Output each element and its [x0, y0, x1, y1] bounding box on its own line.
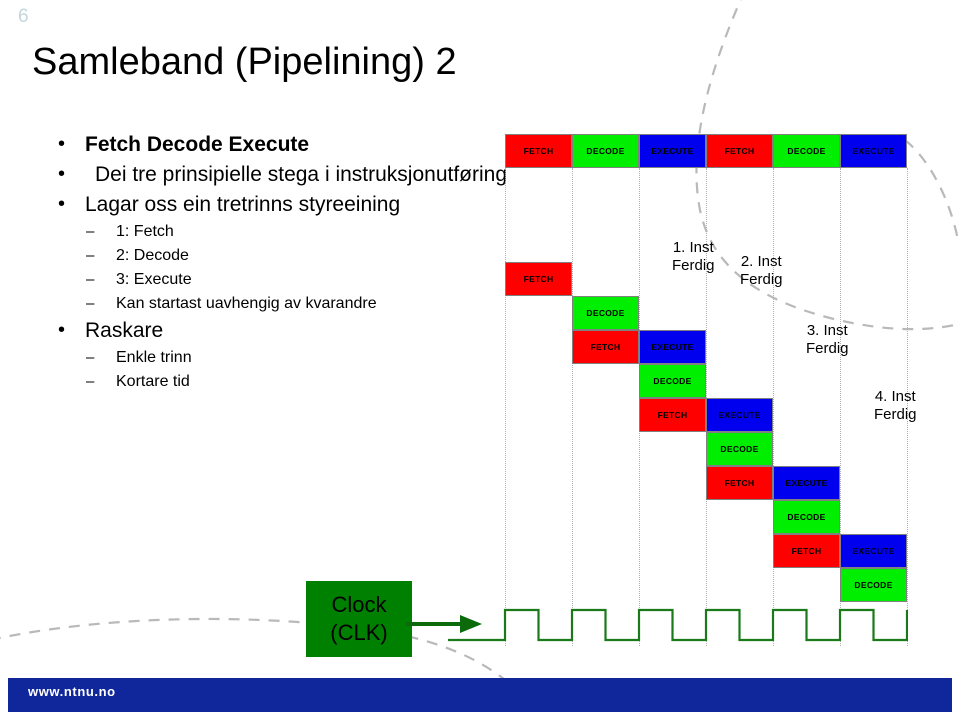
clock-label-line1: Clock: [331, 592, 387, 617]
bullet-item: • Raskare: [58, 316, 528, 345]
instruction-finished-line1: 2. Inst: [740, 253, 782, 270]
instruction-finished-line2: Ferdig: [806, 340, 849, 357]
pipeline-block-fetch: FETCH: [706, 134, 773, 168]
bullet-marker-icon: –: [86, 223, 95, 240]
instruction-finished-label: 1. Inst Ferdig: [672, 239, 715, 275]
slide-number: 6: [18, 6, 29, 27]
clock-square-wave-path: [448, 608, 908, 642]
instruction-finished-line2: Ferdig: [672, 257, 715, 274]
clock-tick-line: [572, 168, 573, 646]
pipeline-block-fetch: FETCH: [572, 330, 639, 364]
slide-canvas: 6 Samleband (Pipelining) 2 • Fetch Decode…: [0, 0, 960, 716]
footer-bar: [8, 678, 952, 712]
page-title: Samleband (Pipelining) 2: [32, 41, 457, 83]
pipeline-block-execute: EXECUTE: [706, 398, 773, 432]
bullet-text: 2: Decode: [116, 247, 189, 264]
bullet-item: – Kan startast uavhengig av kvarandre: [58, 292, 528, 316]
bullet-text: 3: Execute: [116, 271, 192, 288]
pipeline-block-fetch: FETCH: [706, 466, 773, 500]
bullet-item: – Enkle trinn: [58, 346, 528, 370]
bullet-marker-icon: •: [58, 319, 66, 341]
bullet-item: – 3: Execute: [58, 268, 528, 292]
bullet-item: – 2: Decode: [58, 244, 528, 268]
bullet-marker-icon: –: [86, 349, 95, 366]
bullet-text: Kortare tid: [116, 373, 190, 390]
bullet-text: Lagar oss ein tretrinns styreeining: [85, 193, 401, 216]
bullet-item: – 1: Fetch: [58, 220, 528, 244]
bullet-marker-icon: –: [86, 295, 95, 312]
pipeline-block-fetch: FETCH: [773, 534, 840, 568]
bullet-marker-icon: –: [86, 247, 95, 264]
pipeline-block-decode: DECODE: [639, 364, 706, 398]
clock-tick-line: [505, 168, 506, 646]
bullet-marker-icon: •: [58, 193, 66, 215]
clock-tick-line: [773, 168, 774, 646]
instruction-finished-line2: Ferdig: [874, 406, 917, 423]
bullet-list: • Fetch Decode Execute • Dei tre prinsipiel…: [58, 130, 528, 394]
bullet-marker-icon: –: [86, 373, 95, 390]
pipeline-block-decode: DECODE: [572, 134, 639, 168]
bullet-item: • Lagar oss ein tretrinns styreeining: [58, 190, 528, 219]
pipeline-block-decode: DECODE: [773, 134, 840, 168]
pipeline-block-execute: EXECUTE: [840, 534, 907, 568]
pipeline-block-execute: EXECUTE: [840, 134, 907, 168]
pipeline-block-decode: DECODE: [572, 296, 639, 330]
bullet-item: • Fetch Decode Execute: [58, 130, 528, 159]
instruction-finished-line1: 1. Inst: [672, 239, 714, 256]
pipeline-block-fetch: FETCH: [639, 398, 706, 432]
clock-waveform: [448, 608, 908, 642]
bullet-text: Dei tre prinsipielle stega i instruksjon…: [95, 163, 508, 186]
pipeline-block-decode: DECODE: [706, 432, 773, 466]
bullet-text: Fetch Decode Execute: [85, 133, 310, 156]
pipeline-block-execute: EXECUTE: [639, 330, 706, 364]
clock-box: Clock (CLK): [306, 581, 412, 657]
bullet-text: Enkle trinn: [116, 349, 192, 366]
pipeline-block-decode: DECODE: [773, 500, 840, 534]
bullet-marker-icon: •: [58, 163, 66, 185]
clock-label-line2: (CLK): [330, 620, 388, 645]
pipeline-block-fetch: FETCH: [505, 262, 572, 296]
instruction-finished-line1: 3. Inst: [806, 322, 848, 339]
instruction-finished-line1: 4. Inst: [874, 388, 916, 405]
pipeline-block-execute: EXECUTE: [773, 466, 840, 500]
bullet-text: Raskare: [85, 319, 164, 342]
bullet-marker-icon: –: [86, 271, 95, 288]
bullet-text: 1: Fetch: [116, 223, 174, 240]
instruction-finished-label: 2. Inst Ferdig: [740, 253, 783, 289]
pipeline-block-fetch: FETCH: [505, 134, 572, 168]
instruction-finished-line2: Ferdig: [740, 271, 783, 288]
instruction-finished-label: 3. Inst Ferdig: [806, 322, 849, 358]
bullet-text: Kan startast uavhengig av kvarandre: [116, 295, 377, 312]
bullet-marker-icon: •: [58, 133, 66, 155]
bullet-item: – Kortare tid: [58, 370, 528, 394]
footer-url: www.ntnu.no: [28, 684, 116, 699]
pipeline-block-execute: EXECUTE: [639, 134, 706, 168]
instruction-finished-label: 4. Inst Ferdig: [874, 388, 917, 424]
bullet-item: • Dei tre prinsipielle stega i instruksjo…: [58, 160, 528, 189]
